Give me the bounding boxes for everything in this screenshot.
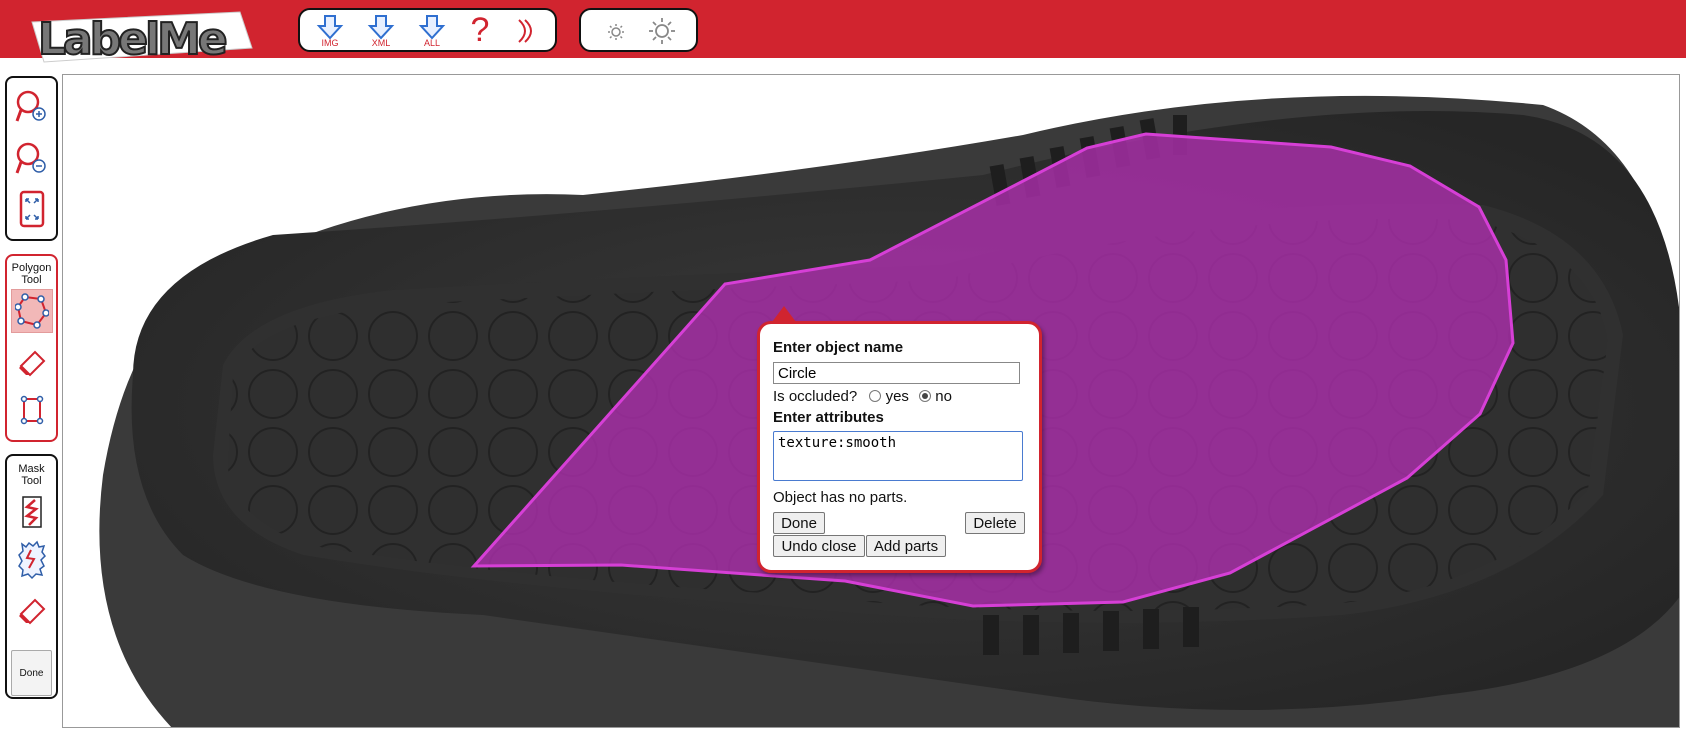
object-name-input[interactable] [773, 362, 1020, 384]
delete-button[interactable]: Delete [965, 512, 1025, 534]
help-icon: ? [470, 11, 490, 49]
attributes-textarea[interactable]: texture:smooth [773, 431, 1023, 481]
mask-eraser-icon [19, 598, 46, 625]
polygon-tool-title: Polygon Tool [11, 262, 52, 286]
download-xml-button[interactable]: XML [361, 14, 401, 50]
polygon-tool-button[interactable] [11, 289, 53, 333]
brightness-low-icon [608, 24, 624, 40]
zoom-tools-panel [5, 76, 58, 241]
bounding-box-button[interactable] [13, 391, 51, 429]
zoom-in-icon [15, 90, 46, 122]
mask-region-icon [18, 540, 46, 580]
eraser-icon [19, 350, 46, 377]
download-img-label: IMG [321, 38, 339, 48]
dialog-pointer [772, 306, 796, 322]
parts-status-text: Object has no parts. [773, 489, 908, 506]
download-icon [418, 15, 446, 40]
occluded-no-radio[interactable] [919, 390, 932, 402]
occluded-no-label: no [935, 388, 952, 405]
object-name-dialog: Enter object name Is occluded? yes no En… [757, 306, 1042, 573]
scribble-button[interactable] [13, 493, 51, 531]
mask-eraser-button[interactable] [13, 591, 51, 629]
occluded-label: Is occluded? [773, 388, 858, 405]
mask-region-button[interactable] [13, 540, 51, 580]
add-parts-button[interactable]: Add parts [866, 535, 946, 557]
zoom-out-icon [15, 142, 46, 174]
fit-screen-icon [19, 190, 45, 228]
scribble-icon [22, 496, 42, 528]
brightness-high-icon [649, 18, 675, 44]
signout-icon [518, 19, 532, 43]
logo-text: LabelMe [38, 14, 226, 65]
download-img-button[interactable]: IMG [310, 14, 350, 50]
occluded-yes-radio[interactable] [869, 390, 882, 402]
download-icon [316, 15, 344, 40]
polygon-icon [15, 293, 49, 329]
top-bar: LabelMe IMG XML ALL ? [0, 0, 1686, 66]
done-button[interactable]: Done [773, 512, 825, 534]
object-name-heading: Enter object name [773, 339, 904, 356]
brightness-button-group [579, 8, 698, 52]
mask-tool-panel: Mask Tool Done [5, 454, 58, 699]
labelme-logo[interactable]: LabelMe [28, 8, 258, 66]
polygon-tool-panel: Polygon Tool [5, 254, 58, 442]
signout-button[interactable] [506, 14, 546, 50]
occluded-row: Is occluded? yes no [773, 388, 952, 405]
mask-done-label: Done [19, 667, 44, 679]
download-all-button[interactable]: ALL [412, 14, 452, 50]
download-xml-label: XML [371, 38, 391, 48]
attributes-heading: Enter attributes [773, 409, 884, 426]
brightness-down-button[interactable] [596, 14, 636, 50]
mask-tool-title: Mask Tool [18, 463, 45, 487]
download-all-label: ALL [423, 38, 440, 48]
download-icon [367, 15, 395, 40]
undo-close-button[interactable]: Undo close [773, 535, 865, 557]
occluded-yes-label: yes [885, 388, 909, 405]
mask-done-button[interactable]: Done [11, 650, 52, 696]
help-button[interactable]: ? [460, 12, 500, 48]
zoom-in-button[interactable] [13, 88, 51, 126]
bounding-box-icon [20, 395, 44, 425]
zoom-out-button[interactable] [13, 140, 51, 178]
polygon-eraser-button[interactable] [13, 343, 51, 381]
brightness-up-button[interactable] [642, 14, 682, 50]
fit-screen-button[interactable] [13, 190, 51, 228]
action-button-group: IMG XML ALL ? [298, 8, 557, 52]
